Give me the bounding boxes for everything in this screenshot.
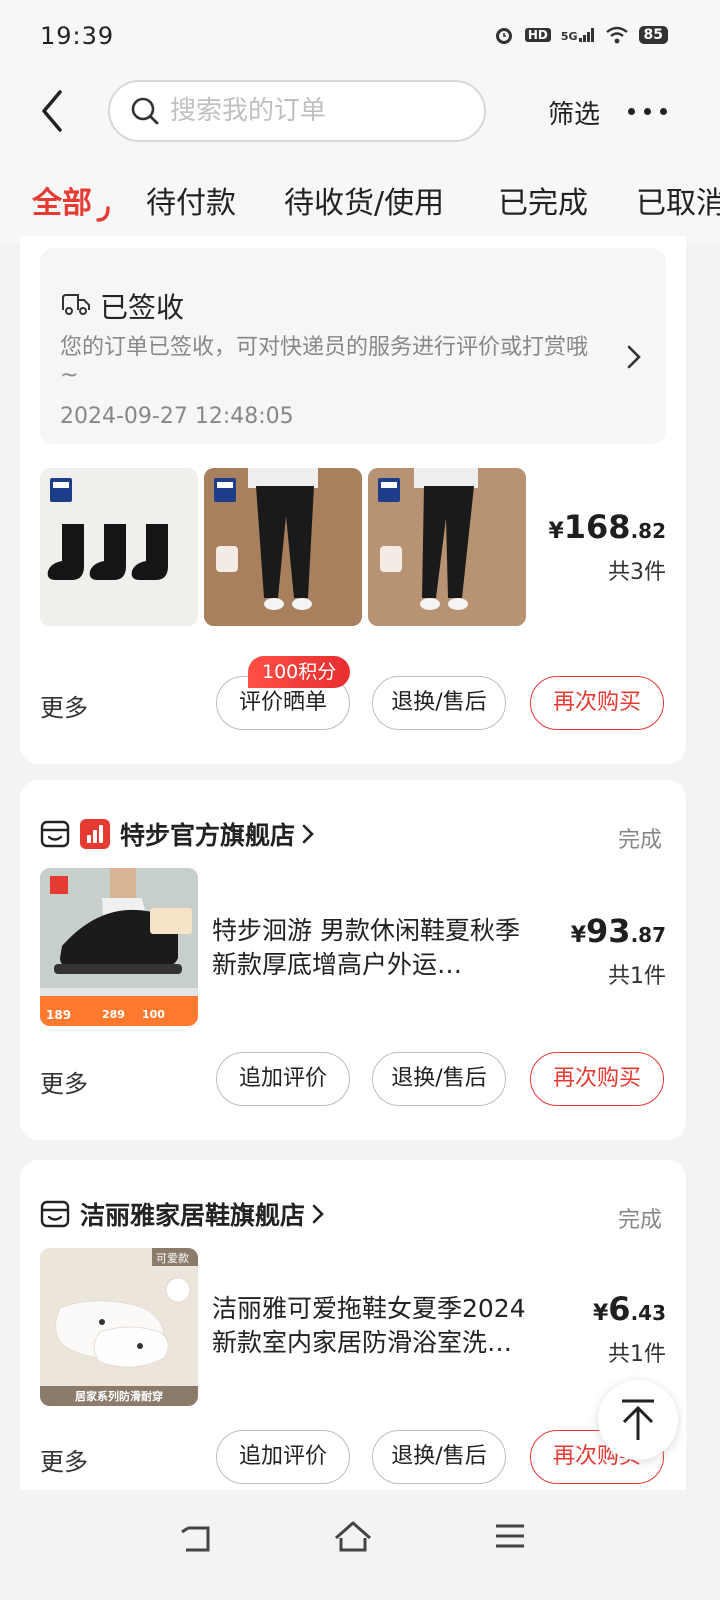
alarm-icon — [495, 28, 512, 44]
item-count: 共1件 — [608, 964, 666, 989]
search-icon — [131, 97, 159, 125]
delivery-description: 您的订单已签收，可对快递员的服务进行评价或打赏哦~ — [60, 335, 589, 388]
filter-button[interactable]: 筛选 — [548, 94, 600, 131]
search-box[interactable] — [108, 80, 486, 142]
product-title[interactable]: 特步洄游 男款休闲鞋夏秋季新款厚底增高户外运… — [212, 914, 542, 982]
order-card[interactable]: 特步官方旗舰店 完成 189 289 100 特步洄游 男款休闲鞋夏秋季新款厚底… — [20, 780, 686, 1140]
shop-header[interactable]: 特步官方旗舰店 — [40, 814, 315, 854]
delivery-status-box[interactable]: 已签收 您的订单已签收，可对快递员的服务进行评价或打赏哦~ 2024-09-27… — [40, 248, 666, 444]
dot-icon — [628, 108, 635, 115]
chevron-left-icon — [42, 90, 62, 132]
back-to-top-button[interactable] — [598, 1380, 678, 1460]
slipper-image — [40, 1248, 198, 1406]
tab-cancelled[interactable]: 已取消 — [636, 178, 720, 222]
socks-image — [47, 478, 168, 580]
shop-name: 洁丽雅家居鞋旗舰店 — [80, 1201, 306, 1230]
chevron-right-icon — [302, 824, 314, 844]
system-nav-bar — [0, 1490, 720, 1600]
return-service-button[interactable]: 退换/售后 — [372, 1052, 506, 1106]
shoe-image — [40, 868, 198, 1026]
buy-again-button[interactable]: 再次购买 — [530, 676, 664, 730]
menu-icon — [496, 1524, 524, 1548]
hd-badge: HD — [524, 28, 551, 42]
back-button[interactable] — [36, 88, 68, 134]
points-badge: 100积分 — [248, 656, 351, 688]
product-title[interactable]: 洁丽雅可爱拖鞋女夏季2024新款室内家居防滑浴室洗… — [212, 1292, 542, 1360]
add-review-button[interactable]: 追加评价 — [216, 1430, 350, 1484]
chevron-right-icon — [627, 345, 641, 369]
tab-completed[interactable]: 已完成 — [498, 178, 588, 222]
order-price: ¥93.87 — [570, 912, 666, 950]
status-time: 19:39 — [40, 22, 115, 50]
dot-icon — [644, 108, 651, 115]
tab-pending-payment[interactable]: 待付款 — [146, 178, 236, 222]
back-arrow-icon — [181, 1526, 210, 1552]
add-review-button[interactable]: 追加评价 — [216, 1052, 350, 1106]
thumb-price: 189 — [46, 1008, 72, 1022]
delivery-time: 2024-09-27 12:48:05 — [60, 404, 294, 429]
order-card[interactable]: 洁丽雅家居鞋旗舰店 完成 可爱款 居家系列防滑耐穿 洁丽雅可爱拖鞋女夏季2024… — [20, 1160, 686, 1490]
header: 筛选 — [0, 76, 720, 146]
signal-icon: 5G — [561, 28, 595, 42]
order-status: 完成 — [617, 828, 662, 853]
thumb-tag: 可爱款 — [156, 1252, 189, 1265]
tab-all[interactable]: 全部 — [32, 178, 92, 222]
store-icon — [40, 820, 70, 848]
more-button[interactable]: 更多 — [40, 1442, 88, 1477]
wifi-icon — [605, 26, 628, 44]
status-bar: 19:39 HD 5G 85 — [0, 0, 720, 72]
delivery-status: 已签收 — [100, 291, 185, 324]
pants-image — [368, 468, 526, 626]
home-icon — [335, 1521, 371, 1552]
product-thumbnail[interactable]: 可爱款 居家系列防滑耐穿 — [40, 1248, 198, 1406]
thumb-price: 100 — [142, 1008, 165, 1021]
return-service-button[interactable]: 退换/售后 — [372, 676, 506, 730]
nav-menu-button[interactable] — [492, 1518, 536, 1562]
order-tabs: 全部 待付款 待收货/使用 已完成 已取消 — [0, 172, 720, 228]
thumb-price: 289 — [102, 1008, 125, 1021]
tab-pending-receipt[interactable]: 待收货/使用 — [284, 178, 444, 222]
more-button[interactable]: 更多 — [40, 1064, 88, 1099]
more-options-button[interactable] — [626, 94, 670, 128]
brand-logo — [80, 819, 110, 849]
delivery-truck-icon — [62, 294, 90, 315]
product-thumbnail[interactable]: 189 289 100 — [40, 868, 198, 1026]
nav-back-button[interactable] — [176, 1518, 220, 1562]
return-service-button[interactable]: 退换/售后 — [372, 1430, 506, 1484]
nav-home-button[interactable] — [332, 1518, 376, 1562]
item-count: 共3件 — [608, 560, 666, 585]
chevron-right-icon — [312, 1204, 324, 1224]
order-price-block: ¥93.87 共1件 — [571, 912, 666, 990]
store-icon — [40, 1200, 70, 1228]
dot-icon — [660, 108, 667, 115]
product-thumbnail[interactable] — [40, 468, 198, 626]
shop-header[interactable]: 洁丽雅家居鞋旗舰店 — [40, 1194, 325, 1234]
tab-active-indicator — [96, 206, 110, 222]
product-thumbnail[interactable] — [204, 468, 362, 626]
order-price-block: ¥168.82 共3件 — [548, 508, 666, 586]
item-count: 共1件 — [608, 1342, 666, 1367]
order-price: ¥6.43 — [592, 1290, 666, 1328]
buy-again-button[interactable]: 再次购买 — [530, 1052, 664, 1106]
thumb-caption: 居家系列防滑耐穿 — [75, 1390, 163, 1403]
order-price-block: ¥6.43 共1件 — [593, 1290, 666, 1368]
product-thumbnail[interactable] — [368, 468, 526, 626]
order-card[interactable]: 已签收 您的订单已签收，可对快递员的服务进行评价或打赏哦~ 2024-09-27… — [20, 236, 686, 764]
order-status: 完成 — [617, 1208, 662, 1233]
arrow-up-icon — [622, 1399, 654, 1440]
shop-name: 特步官方旗舰店 — [120, 821, 296, 850]
battery-icon: 85 — [638, 26, 668, 44]
order-price: ¥168.82 — [548, 508, 666, 546]
pants-image — [204, 468, 362, 626]
status-icons: HD 5G 85 — [493, 24, 668, 46]
search-input[interactable] — [170, 92, 470, 130]
more-button[interactable]: 更多 — [40, 688, 88, 723]
